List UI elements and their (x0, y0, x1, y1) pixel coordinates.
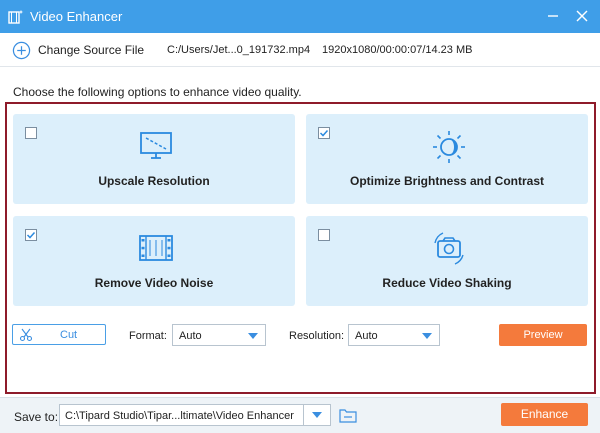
change-source-button[interactable]: Change Source File (12, 40, 144, 60)
shaking-checkbox[interactable] (318, 229, 330, 241)
add-circle-icon (12, 41, 31, 59)
source-file-info: 1920x1080/00:00:07/14.23 MB (322, 44, 473, 56)
cut-button[interactable]: Cut (12, 324, 106, 345)
instruction-text: Choose the following options to enhance … (13, 85, 302, 99)
preview-button[interactable]: Preview (499, 324, 587, 346)
title-bar: Video Enhancer (0, 0, 600, 33)
save-path-dropdown[interactable] (303, 405, 330, 425)
save-path-value: C:\Tipard Studio\Tipar...ltimate\Video E… (65, 410, 294, 422)
close-icon[interactable] (573, 7, 591, 25)
footer-bar: Save to: C:\Tipard Studio\Tipar...ltimat… (0, 397, 600, 433)
upscale-label: Upscale Resolution (98, 174, 210, 188)
chevron-down-icon (248, 333, 258, 339)
minimize-icon[interactable] (544, 7, 562, 25)
resolution-value: Auto (355, 330, 378, 342)
upscale-checkbox[interactable] (25, 127, 37, 139)
checkmark-icon (319, 129, 329, 137)
option-optimize-brightness[interactable]: Optimize Brightness and Contrast (306, 114, 588, 204)
option-reduce-shaking[interactable]: Reduce Video Shaking (306, 216, 588, 306)
film-strip-icon (139, 235, 173, 261)
option-remove-noise[interactable]: Remove Video Noise (13, 216, 295, 306)
source-file-path: C:/Users/Jet...0_191732.mp4 (167, 44, 311, 56)
noise-label: Remove Video Noise (94, 276, 214, 290)
source-bar: Change Source File C:/Users/Jet...0_1917… (0, 33, 600, 67)
option-upscale-resolution[interactable]: Upscale Resolution (13, 114, 295, 204)
save-path-select[interactable]: C:\Tipard Studio\Tipar...ltimate\Video E… (59, 404, 331, 426)
scissors-icon (19, 328, 33, 342)
folder-icon[interactable] (339, 407, 357, 423)
brightness-checkbox[interactable] (318, 127, 330, 139)
change-source-label: Change Source File (38, 43, 145, 57)
shaking-label: Reduce Video Shaking (382, 276, 512, 290)
film-enhance-icon (8, 10, 24, 24)
chevron-down-icon (312, 412, 322, 418)
camera-stabilize-icon (434, 232, 464, 265)
chevron-down-icon (422, 333, 432, 339)
brightness-sun-icon (433, 131, 465, 163)
format-value: Auto (179, 330, 202, 342)
format-select[interactable]: Auto (172, 324, 266, 346)
save-to-label: Save to: (14, 410, 59, 424)
window-title: Video Enhancer (30, 9, 123, 24)
enhance-button[interactable]: Enhance (501, 403, 588, 426)
brightness-label: Optimize Brightness and Contrast (349, 174, 545, 188)
format-label: Format: (129, 330, 167, 342)
monitor-upscale-icon (140, 132, 172, 159)
cut-label: Cut (60, 329, 78, 341)
resolution-label: Resolution: (289, 330, 345, 342)
resolution-select[interactable]: Auto (348, 324, 440, 346)
checkmark-icon (26, 231, 36, 239)
noise-checkbox[interactable] (25, 229, 37, 241)
